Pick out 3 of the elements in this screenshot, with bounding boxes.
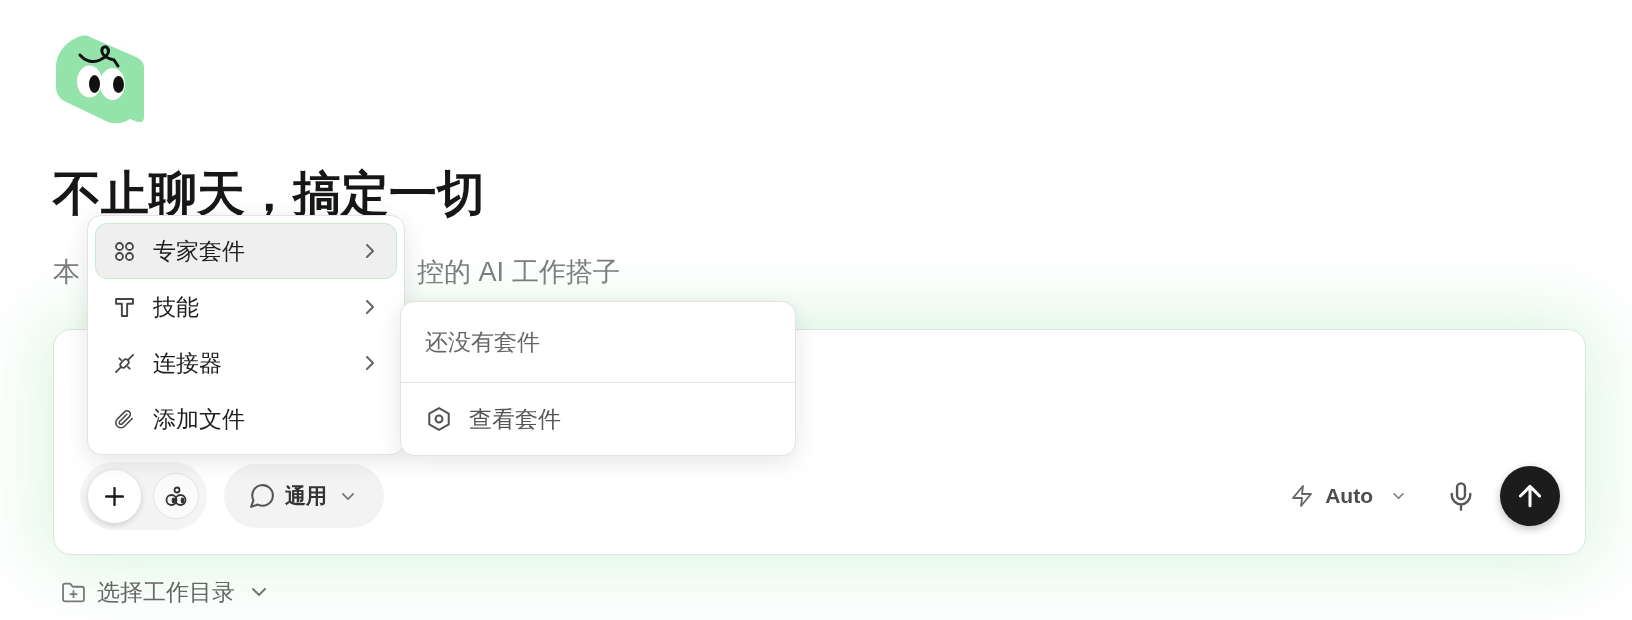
empty-message: 还没有套件 xyxy=(425,327,540,357)
subtitle-text: 本 xyxy=(53,256,80,289)
subtitle-text: 控的 AI 工作搭子 xyxy=(417,256,620,289)
